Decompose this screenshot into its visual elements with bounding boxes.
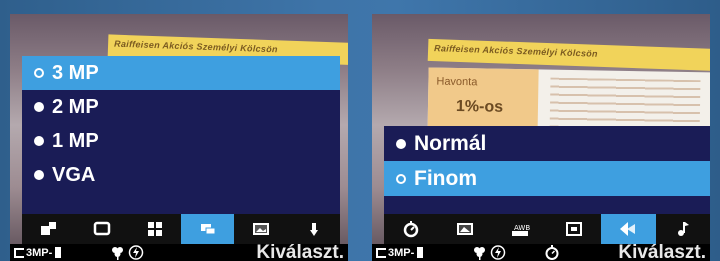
right-phone-screen: Raiffeisen Akciós Személyi Kölcsön Havon… [372,14,710,261]
resolution-icon [200,224,215,235]
radio-selected-icon [34,68,44,78]
resolution-label: 3MP- [388,246,415,259]
menu-item-label: 1 MP [52,129,99,152]
left-phone-screen: Raiffeisen Akciós Személyi Kölcsön 3 MP … [10,14,348,261]
night-mode-icon [620,222,636,236]
image-quality-icon [457,223,474,235]
self-timer-status-icon [545,245,559,260]
menu-item-normal[interactable]: Normál [384,126,710,161]
status-bar: 3MP- Kiválaszt. [10,242,348,261]
menu-item-2mp[interactable]: 2 MP [22,90,340,124]
image-quality-icon [252,223,269,235]
toolbar-night-mode[interactable] [601,214,656,244]
toolbar-resolution[interactable] [181,214,234,244]
frame-indicator-icon [14,247,24,258]
toolbar-frame[interactable] [547,214,601,244]
toolbar-self-timer[interactable] [384,214,438,244]
resolution-menu: 3 MP 2 MP 1 MP VGA [22,56,340,214]
quality-menu: Normál Finom [384,126,710,214]
quality-bar-icon [417,247,424,258]
self-timer-icon [403,221,419,238]
menu-item-label: Normál [414,131,487,155]
radio-icon [34,170,44,180]
flash-off-icon [490,245,506,260]
toolbar-multishot[interactable] [22,214,75,244]
frame-icon [93,221,110,236]
toolbar-sound[interactable] [656,214,710,244]
svg-text:AWB: AWB [514,224,530,232]
light-icon [309,223,318,236]
radio-icon [34,102,44,112]
toolbar-image-quality[interactable] [234,214,287,244]
select-softkey[interactable]: Kiválaszt. [618,242,706,261]
status-resolution-indicator: 3MP- [376,246,424,259]
document-label: Havonta [436,75,478,89]
document-text-lines [549,77,701,133]
sound-icon [677,222,689,236]
menu-item-3mp[interactable]: 3 MP [22,56,340,90]
frame-indicator-icon [376,247,386,258]
toolbar-white-balance[interactable]: AWB [493,214,547,244]
radio-icon [34,136,44,146]
multishot-icon [40,222,56,235]
toolbar-image-quality[interactable] [438,214,492,244]
menu-item-label: Finom [414,166,477,190]
flash-off-icon [128,245,144,260]
select-softkey[interactable]: Kiválaszt. [256,242,344,261]
toolbar-grid[interactable] [128,214,181,244]
menu-item-label: 2 MP [52,95,99,118]
quality-bar-icon [55,247,62,258]
camera-toolbar: AWB [384,214,710,244]
radio-icon [396,138,406,149]
macro-flower-icon [474,247,485,260]
menu-item-1mp[interactable]: 1 MP [22,124,340,158]
menu-item-vga[interactable]: VGA [22,158,340,192]
menu-item-label: 3 MP [52,61,99,84]
status-resolution-indicator: 3MP- [14,246,62,259]
white-balance-icon: AWB [511,224,530,236]
frame-icon [566,222,583,236]
radio-selected-icon [396,173,406,184]
grid-icon [147,222,162,236]
status-bar: 3MP- Kiválaszt. [372,242,710,261]
toolbar-light[interactable] [287,214,340,244]
macro-flower-icon [112,247,123,260]
resolution-label: 3MP- [26,246,53,259]
toolbar-frame[interactable] [75,214,128,244]
document-value: 1%-os [455,97,504,116]
camera-toolbar [22,214,340,244]
menu-item-label: VGA [52,163,96,186]
menu-item-fine[interactable]: Finom [384,161,710,196]
